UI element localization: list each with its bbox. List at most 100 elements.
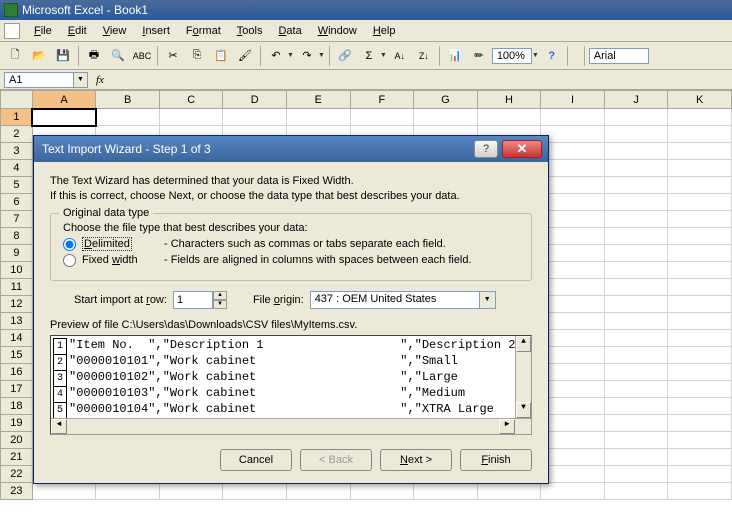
preview-vscrollbar[interactable]: ▲ ▼ bbox=[515, 336, 531, 418]
copy-icon[interactable]: ⎘ bbox=[186, 45, 208, 67]
print-preview-icon[interactable]: 🔍 bbox=[107, 45, 129, 67]
cell[interactable] bbox=[604, 398, 668, 415]
format-painter-icon[interactable]: 🖌 bbox=[234, 45, 256, 67]
row-header[interactable]: 6 bbox=[1, 194, 33, 211]
cell[interactable] bbox=[32, 483, 96, 500]
print-icon[interactable]: 🖶 bbox=[83, 45, 105, 67]
cell[interactable] bbox=[541, 109, 605, 126]
name-box-dropdown[interactable]: ▼ bbox=[74, 72, 88, 88]
cell[interactable] bbox=[668, 177, 732, 194]
cell[interactable] bbox=[604, 245, 668, 262]
cell[interactable] bbox=[668, 262, 732, 279]
cell[interactable] bbox=[668, 228, 732, 245]
redo-dropdown[interactable]: ▼ bbox=[318, 52, 325, 59]
column-header[interactable]: B bbox=[96, 91, 160, 109]
cell[interactable] bbox=[668, 160, 732, 177]
autosum-dropdown[interactable]: ▼ bbox=[380, 52, 387, 59]
dialog-titlebar[interactable]: Text Import Wizard - Step 1 of 3 ? ✕ bbox=[34, 136, 548, 162]
hyperlink-icon[interactable]: 🔗 bbox=[334, 45, 356, 67]
new-icon[interactable]: 🗋 bbox=[4, 45, 26, 67]
menu-format[interactable]: Format bbox=[178, 23, 229, 39]
sort-asc-icon[interactable]: A↓ bbox=[389, 45, 411, 67]
cell[interactable] bbox=[541, 245, 605, 262]
cell[interactable] bbox=[668, 415, 732, 432]
fx-icon[interactable]: fx bbox=[96, 74, 104, 86]
cell[interactable] bbox=[541, 194, 605, 211]
cell[interactable] bbox=[477, 109, 541, 126]
cell[interactable] bbox=[541, 313, 605, 330]
row-header[interactable]: 14 bbox=[1, 330, 33, 347]
cancel-button[interactable]: Cancel bbox=[220, 449, 292, 471]
cell[interactable] bbox=[668, 449, 732, 466]
cell[interactable] bbox=[541, 466, 605, 483]
row-header[interactable]: 9 bbox=[1, 245, 33, 262]
cell[interactable] bbox=[414, 483, 478, 500]
cell[interactable] bbox=[668, 432, 732, 449]
column-header[interactable]: J bbox=[604, 91, 668, 109]
cell[interactable] bbox=[604, 432, 668, 449]
open-icon[interactable]: 📂 bbox=[28, 45, 50, 67]
cell[interactable] bbox=[668, 364, 732, 381]
cell[interactable] bbox=[668, 194, 732, 211]
row-header[interactable]: 18 bbox=[1, 398, 33, 415]
cut-icon[interactable]: ✂ bbox=[162, 45, 184, 67]
cell[interactable] bbox=[541, 126, 605, 143]
spellcheck-icon[interactable]: ABC bbox=[131, 45, 153, 67]
column-header[interactable]: K bbox=[668, 91, 732, 109]
menu-tools[interactable]: Tools bbox=[229, 23, 271, 39]
cell[interactable] bbox=[668, 466, 732, 483]
cell[interactable] bbox=[668, 381, 732, 398]
cell[interactable] bbox=[223, 483, 287, 500]
font-combo[interactable]: Arial bbox=[589, 48, 649, 64]
cell[interactable] bbox=[668, 296, 732, 313]
cell[interactable] bbox=[541, 483, 605, 500]
cell[interactable] bbox=[668, 330, 732, 347]
cell[interactable] bbox=[604, 177, 668, 194]
cell[interactable] bbox=[96, 109, 160, 126]
scroll-up-icon[interactable]: ▲ bbox=[516, 336, 531, 352]
cell[interactable] bbox=[541, 262, 605, 279]
zoom-combo[interactable]: 100% bbox=[492, 48, 532, 64]
preview-hscrollbar[interactable]: ◄ ► bbox=[51, 418, 531, 434]
spinner-down-icon[interactable]: ▼ bbox=[213, 300, 227, 309]
column-header[interactable]: A bbox=[32, 91, 96, 109]
finish-button[interactable]: Finish bbox=[460, 449, 532, 471]
start-row-spinner[interactable]: ▲ ▼ bbox=[173, 291, 227, 309]
undo-icon[interactable]: ↶ bbox=[265, 45, 287, 67]
column-header[interactable]: G bbox=[414, 91, 478, 109]
cell[interactable] bbox=[541, 381, 605, 398]
row-header[interactable]: 7 bbox=[1, 211, 33, 228]
cell[interactable] bbox=[541, 177, 605, 194]
cell[interactable] bbox=[223, 109, 287, 126]
column-header[interactable]: C bbox=[159, 91, 223, 109]
row-header[interactable]: 2 bbox=[1, 126, 33, 143]
menu-insert[interactable]: Insert bbox=[134, 23, 178, 39]
column-header[interactable]: E bbox=[287, 91, 351, 109]
cell[interactable] bbox=[668, 109, 732, 126]
dialog-close-button[interactable]: ✕ bbox=[502, 140, 542, 158]
cell[interactable] bbox=[541, 160, 605, 177]
cell[interactable] bbox=[604, 483, 668, 500]
column-header[interactable]: H bbox=[477, 91, 541, 109]
row-header[interactable]: 1 bbox=[1, 109, 33, 126]
cell[interactable] bbox=[604, 160, 668, 177]
cell[interactable] bbox=[668, 279, 732, 296]
cell[interactable] bbox=[541, 398, 605, 415]
dialog-help-button[interactable]: ? bbox=[474, 140, 498, 158]
menu-data[interactable]: Data bbox=[270, 23, 309, 39]
menu-file[interactable]: File bbox=[26, 23, 60, 39]
cell[interactable] bbox=[668, 313, 732, 330]
cell[interactable] bbox=[668, 143, 732, 160]
cell[interactable] bbox=[96, 483, 160, 500]
row-header[interactable]: 22 bbox=[1, 466, 33, 483]
spinner-up-icon[interactable]: ▲ bbox=[213, 291, 227, 300]
cell[interactable] bbox=[604, 279, 668, 296]
cell[interactable] bbox=[32, 109, 96, 126]
zoom-dropdown[interactable]: ▼ bbox=[532, 52, 539, 59]
back-button[interactable]: < Back bbox=[300, 449, 372, 471]
cell[interactable] bbox=[668, 245, 732, 262]
cell[interactable] bbox=[541, 364, 605, 381]
cell[interactable] bbox=[604, 415, 668, 432]
cell[interactable] bbox=[668, 211, 732, 228]
cell[interactable] bbox=[159, 109, 223, 126]
